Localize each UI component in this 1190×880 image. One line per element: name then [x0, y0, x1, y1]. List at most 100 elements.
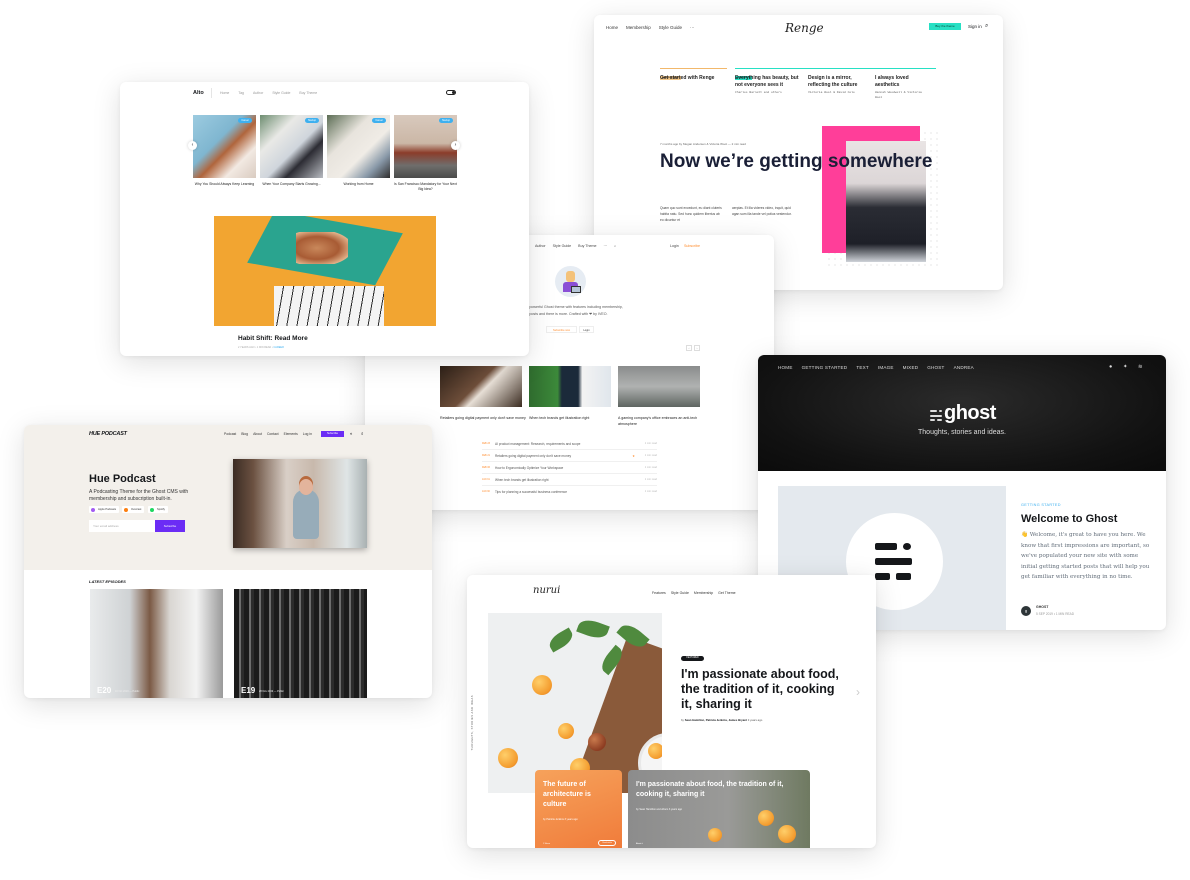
featured-thumb-office[interactable] [618, 366, 700, 407]
episode-card[interactable]: E19 28 Nov 2019 — Public [234, 589, 367, 698]
featured-post-title[interactable]: A gaming company's office embraces an an… [618, 415, 706, 427]
featured-thumb-illustration[interactable] [529, 366, 611, 407]
dawn-subscribe-button[interactable]: Subscribe now [546, 326, 577, 333]
renge-post-title[interactable]: Get started with Renge [660, 75, 730, 82]
carousel-prev-button[interactable]: ‹ [686, 345, 692, 351]
dawn-subscribe-link[interactable]: Subscribe [684, 244, 700, 248]
alto-nav-tag[interactable]: Tag [238, 91, 244, 95]
nurui-nav-membership[interactable]: Membership [694, 591, 713, 595]
post-category[interactable]: GETTING STARTED [1021, 503, 1061, 507]
hue-nav-contact[interactable]: Contact [267, 432, 279, 436]
hue-subscribe-button[interactable]: Subscribe [321, 431, 344, 437]
casper-nav-mixed[interactable]: MIXED [903, 365, 919, 370]
alto-nav-style-guide[interactable]: Style Guide [272, 91, 290, 95]
post-tag-link[interactable]: CAREER [273, 346, 283, 349]
carousel-caption[interactable]: Why You Should Always Keep Learning [193, 182, 256, 187]
post-card-food[interactable]: I'm passionate about food, the tradition… [628, 770, 810, 848]
hue-logo[interactable]: HUE PODCAST [89, 431, 127, 437]
hue-nav-about[interactable]: About [253, 432, 262, 436]
alto-nav-author[interactable]: Author [253, 91, 263, 95]
apple-podcasts-link[interactable]: Apple Podcasts [89, 506, 120, 513]
featured-image-book[interactable] [214, 216, 436, 326]
search-icon[interactable]: ⌕ [985, 23, 988, 30]
renge-nav-style-guide[interactable]: Style Guide [659, 25, 682, 30]
renge-nav-home[interactable]: Home [606, 25, 618, 30]
dawn-nav-style-guide[interactable]: Style Guide [553, 244, 572, 248]
renge-logo[interactable]: Renge [785, 21, 824, 35]
alto-logo[interactable]: Alto [193, 90, 204, 96]
renge-nav-more[interactable]: ··· [690, 25, 695, 30]
carousel-tile[interactable]: Career [193, 115, 256, 178]
carousel-tile[interactable]: Career [327, 115, 390, 178]
post-list-item[interactable]: JAN 31 When tech brands get illustration… [482, 474, 657, 486]
alto-nav-home[interactable]: Home [220, 91, 229, 95]
hue-podcast-theme-preview[interactable]: HUE PODCAST Podcast Blog About Contact E… [24, 425, 432, 698]
renge-post-title[interactable]: I always loved aesthetics [875, 75, 930, 88]
carousel-next-button[interactable]: › [451, 141, 460, 150]
dawn-login-button[interactable]: Login [579, 326, 594, 333]
renge-signin-link[interactable]: Sign in [968, 24, 982, 29]
carousel-prev-button[interactable]: ‹ [188, 141, 197, 150]
post-title[interactable]: Welcome to Ghost [1021, 513, 1117, 525]
nurui-theme-preview[interactable]: nurui Features Style Guide Membership Ge… [467, 575, 876, 848]
nurui-nav-features[interactable]: Features [652, 591, 666, 595]
dawn-nav-more[interactable]: ··· [603, 244, 607, 248]
dawn-nav-buy-theme[interactable]: Buy Theme [578, 244, 596, 248]
renge-headline[interactable]: Now we’re getting somewhere [660, 150, 932, 173]
renge-buy-theme-button[interactable]: Buy the theme [929, 23, 961, 30]
card-footer[interactable]: About it [636, 843, 643, 845]
author-name[interactable]: GHOST [1036, 605, 1048, 609]
post-list-item[interactable]: FEB 23 AI product management: Research, … [482, 438, 657, 450]
post-card-architecture[interactable]: The future of architecture is culture by… [535, 770, 622, 848]
casper-nav-image[interactable]: IMAGE [878, 365, 894, 370]
carousel-tile[interactable]: Startup [394, 115, 457, 178]
featured-thumb-payment[interactable] [440, 366, 522, 407]
carousel-caption[interactable]: Working from Home [327, 182, 390, 187]
card-share[interactable]: 1 Share [543, 843, 550, 845]
renge-nav-membership[interactable]: Membership [626, 25, 651, 30]
casper-nav-andrea[interactable]: ANDREA [954, 365, 974, 370]
alto-theme-preview[interactable]: Alto Home Tag Author Style Guide Buy The… [120, 82, 529, 356]
nurui-nav-style-guide[interactable]: Style Guide [671, 591, 689, 595]
chevron-right-icon[interactable]: › [856, 685, 860, 699]
overcast-link[interactable]: Overcast [122, 506, 145, 513]
casper-nav-getting-started[interactable]: GETTING STARTED [802, 365, 848, 370]
nurui-nav-get-theme[interactable]: Get Theme [718, 591, 735, 595]
twitter-icon[interactable]: ✦ [1123, 364, 1128, 370]
carousel-tile[interactable]: Startup [260, 115, 323, 178]
casper-nav-home[interactable]: HOME [778, 365, 793, 370]
byline-authors[interactable]: Sean Hamilton, Patricia Jenkins, James B… [685, 718, 747, 722]
theme-toggle-icon[interactable]: ◐ [350, 431, 353, 436]
author-avatar[interactable]: g [1021, 606, 1031, 616]
renge-post-title[interactable]: Everything has beauty, but not everyone … [735, 75, 799, 88]
carousel-caption[interactable]: When Your Company Starts Growing... [260, 182, 323, 187]
dark-mode-toggle[interactable] [446, 90, 456, 95]
dawn-nav-author[interactable]: Author [535, 244, 546, 248]
post-list-item[interactable]: FEB 06 How to Ergonomically Optimize You… [482, 462, 657, 474]
hero-image-food[interactable] [488, 613, 662, 793]
email-subscribe-button[interactable]: Subscribe [155, 520, 185, 532]
rss-icon[interactable]: ≋ [1138, 364, 1143, 370]
read-article-button[interactable]: Read article [598, 840, 616, 846]
post-list-item[interactable]: FEB 21 Retailers going digital payment o… [482, 450, 657, 462]
hue-nav-blog[interactable]: Blog [241, 432, 248, 436]
search-icon[interactable]: ⌕ [361, 431, 364, 436]
carousel-next-button[interactable]: › [694, 345, 700, 351]
nurui-logo[interactable]: nurui [533, 585, 560, 596]
featured-tag[interactable]: FEATURED [681, 656, 704, 661]
post-list-item[interactable]: JAN 30 Tips for planning a successful bu… [482, 486, 657, 498]
dawn-login-link[interactable]: Login [670, 244, 679, 248]
episode-card[interactable]: E20 16 Oct 2019 — Public [90, 589, 223, 698]
hue-nav-login[interactable]: Log in [303, 432, 312, 436]
hue-nav-podcast[interactable]: Podcast [224, 432, 236, 436]
featured-post-title[interactable]: Retailers going digital payment only don… [440, 415, 528, 421]
search-icon[interactable]: ⌕ [614, 244, 616, 248]
casper-nav-ghost[interactable]: GHOST [927, 365, 944, 370]
featured-post-title[interactable]: When tech brands get illustration right [529, 415, 617, 421]
alto-nav-buy-theme[interactable]: Buy Theme [299, 91, 317, 95]
hero-headline[interactable]: I'm passionate about food, the tradition… [681, 667, 841, 712]
email-input[interactable]: Your email address [89, 520, 155, 532]
carousel-caption[interactable]: Is San Francisco Mandatory for Your Next… [394, 182, 457, 192]
renge-post-title[interactable]: Design is a mirror, reflecting the cultu… [808, 75, 868, 88]
spotify-link[interactable]: Spotify [148, 506, 168, 513]
